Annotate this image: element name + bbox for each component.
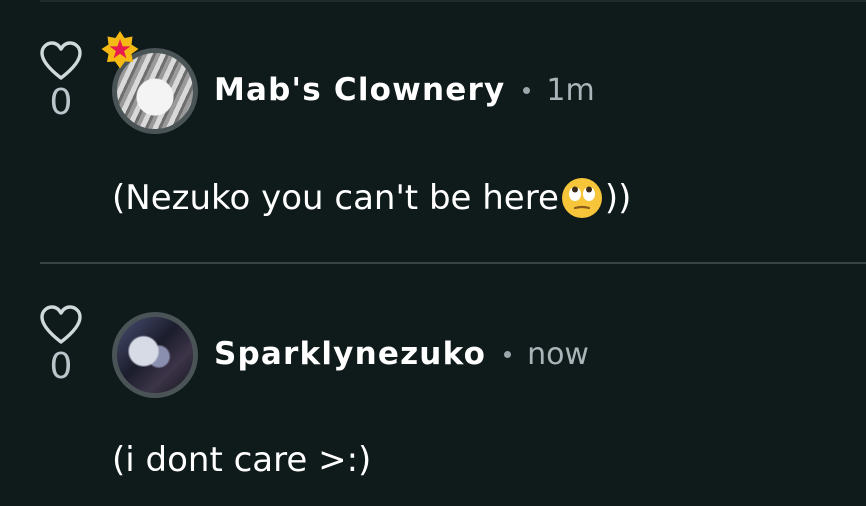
like-control: 0: [38, 304, 84, 386]
rolling-eyes-emoji-icon: [561, 178, 602, 218]
comment-text-part: )): [604, 178, 632, 218]
top-divider: [40, 0, 866, 2]
star-badge-icon: [101, 31, 139, 69]
avatar-container[interactable]: [112, 312, 198, 398]
separator-dot: [504, 350, 512, 358]
heart-icon[interactable]: [38, 40, 84, 82]
avatar-container[interactable]: [101, 31, 198, 134]
like-count: 0: [49, 82, 73, 123]
timestamp: now: [527, 336, 589, 372]
like-count: 0: [49, 346, 73, 387]
comment-text-part: (Nezuko you can't be here: [112, 178, 559, 218]
comment-divider: [40, 262, 866, 264]
author-line: Mab's Clownery 1m: [214, 68, 595, 112]
author-name[interactable]: Sparklynezuko: [214, 336, 486, 372]
like-control: 0: [38, 40, 84, 122]
timestamp: 1m: [546, 72, 595, 108]
comment-text: (i dont care >:): [112, 440, 371, 480]
avatar[interactable]: [112, 312, 198, 398]
author-name[interactable]: Mab's Clownery: [214, 72, 505, 108]
comment-text: (Nezuko you can't be here )): [112, 176, 631, 220]
comment-text-part: (i dont care >:): [112, 440, 372, 480]
separator-dot: [523, 86, 531, 94]
author-line: Sparklynezuko now: [214, 332, 589, 376]
heart-icon[interactable]: [38, 304, 84, 346]
